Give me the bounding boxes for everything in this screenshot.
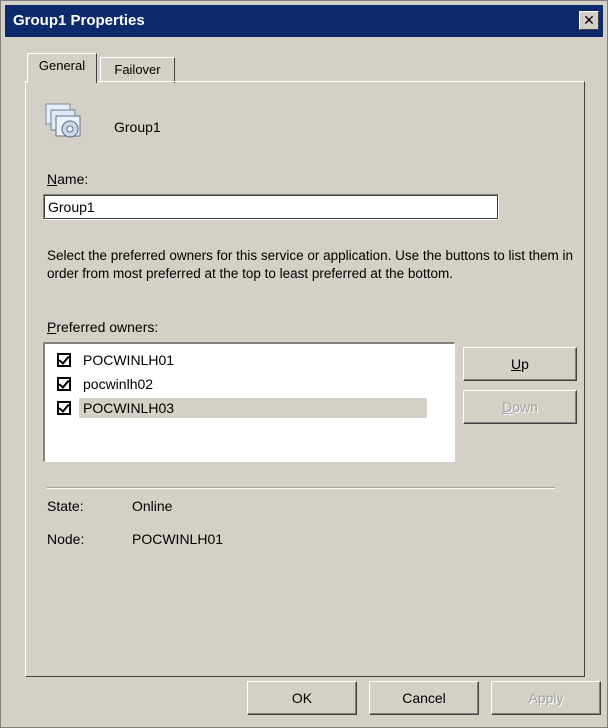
owner-name: POCWINLH03 [79, 398, 427, 418]
instruction-text: Select the preferred owners for this ser… [47, 248, 574, 281]
apply-button[interactable]: Apply [491, 681, 601, 715]
down-label: own [512, 399, 538, 415]
up-accel: U [511, 356, 522, 372]
owner-name: pocwinlh02 [83, 376, 154, 392]
name-label: Name: [47, 171, 88, 187]
name-label-accel: N [47, 171, 58, 187]
group-icon [45, 103, 81, 138]
preferred-owners-list[interactable]: POCWINLH01 pocwinlh02 POCWINLH03 [43, 342, 455, 462]
properties-dialog: Group1 Properties ✕ General Failover Gro… [0, 0, 608, 728]
move-up-button[interactable]: Up [463, 347, 577, 381]
up-label: p [521, 356, 529, 372]
name-label-text: ame: [57, 171, 89, 187]
node-value: POCWINLH01 [132, 531, 224, 547]
owners-label-text: referred owners: [56, 319, 159, 335]
owner-checkbox[interactable] [57, 377, 71, 391]
group-name: Group1 [114, 119, 161, 135]
name-input[interactable] [43, 194, 499, 220]
owners-label-accel: P [47, 319, 57, 335]
down-accel: D [502, 399, 513, 415]
owner-checkbox[interactable] [57, 353, 71, 367]
cancel-button[interactable]: Cancel [369, 681, 479, 715]
window-title: Group1 Properties [13, 12, 145, 29]
list-item[interactable]: POCWINLH01 [57, 348, 427, 372]
state-label: State: [47, 498, 84, 514]
state-value: Online [132, 498, 173, 514]
tab-failover[interactable]: Failover [100, 57, 175, 83]
preferred-owners-label: Preferred owners: [47, 319, 158, 335]
ok-button[interactable]: OK [247, 681, 357, 715]
list-item[interactable]: pocwinlh02 [57, 372, 427, 396]
title-bar[interactable]: Group1 Properties ✕ [5, 5, 603, 37]
list-item[interactable]: POCWINLH03 [57, 396, 427, 420]
close-button[interactable]: ✕ [579, 11, 599, 30]
divider [47, 487, 555, 489]
owner-name: POCWINLH01 [83, 352, 175, 368]
tab-general[interactable]: General [27, 53, 97, 83]
move-down-button[interactable]: Down [463, 390, 577, 424]
node-label: Node: [47, 531, 85, 547]
close-icon: ✕ [583, 12, 595, 28]
owner-checkbox[interactable] [57, 401, 71, 415]
